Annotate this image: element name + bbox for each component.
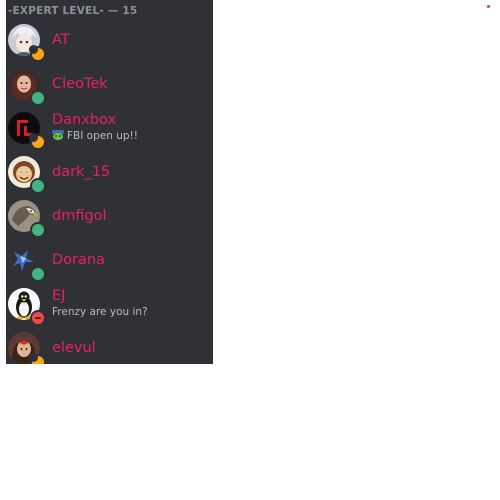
emoji-icon	[52, 130, 64, 140]
member-item-danxbox[interactable]: Danxbox FBI open up!!	[6, 108, 213, 152]
status-idle-icon	[29, 353, 46, 364]
status-online-icon	[30, 178, 46, 194]
status-idle-icon	[29, 133, 46, 150]
member-item-dmfigol[interactable]: dmfigol	[6, 196, 213, 240]
status-idle-icon	[29, 45, 46, 62]
member-list-panel: -EXPERT LEVEL- — 15 AT CleoTek Danxbox F…	[6, 0, 213, 364]
member-name: dark_15	[52, 164, 111, 180]
member-name: EJ	[52, 288, 66, 304]
member-name: CleoTek	[52, 76, 108, 92]
member-name: Danxbox	[52, 112, 117, 128]
status-dnd-icon	[30, 310, 46, 326]
member-name: elevul	[52, 340, 96, 356]
member-item-cleotek[interactable]: CleoTek	[6, 64, 213, 108]
member-name: AT	[52, 32, 70, 48]
custom-status-text: FBI open up!!	[67, 130, 138, 142]
member-name: dmfigol	[52, 208, 107, 224]
member-item-ej[interactable]: EJ Frenzy are you in?	[6, 284, 213, 328]
custom-status-text: Frenzy are you in?	[52, 306, 148, 318]
custom-status: Frenzy are you in?	[52, 306, 148, 318]
member-item-at[interactable]: AT	[6, 20, 213, 64]
status-online-icon	[30, 90, 46, 106]
member-item-dorana[interactable]: Dorana	[6, 240, 213, 284]
custom-status: FBI open up!!	[52, 130, 138, 142]
member-item-elevul[interactable]: elevul	[6, 328, 213, 364]
member-item-dark-15[interactable]: dark_15	[6, 152, 213, 196]
member-name: Dorana	[52, 252, 105, 268]
status-online-icon	[30, 222, 46, 238]
notification-dot	[487, 5, 490, 8]
role-group-header: -EXPERT LEVEL- — 15	[8, 5, 138, 17]
status-online-icon	[30, 266, 46, 282]
